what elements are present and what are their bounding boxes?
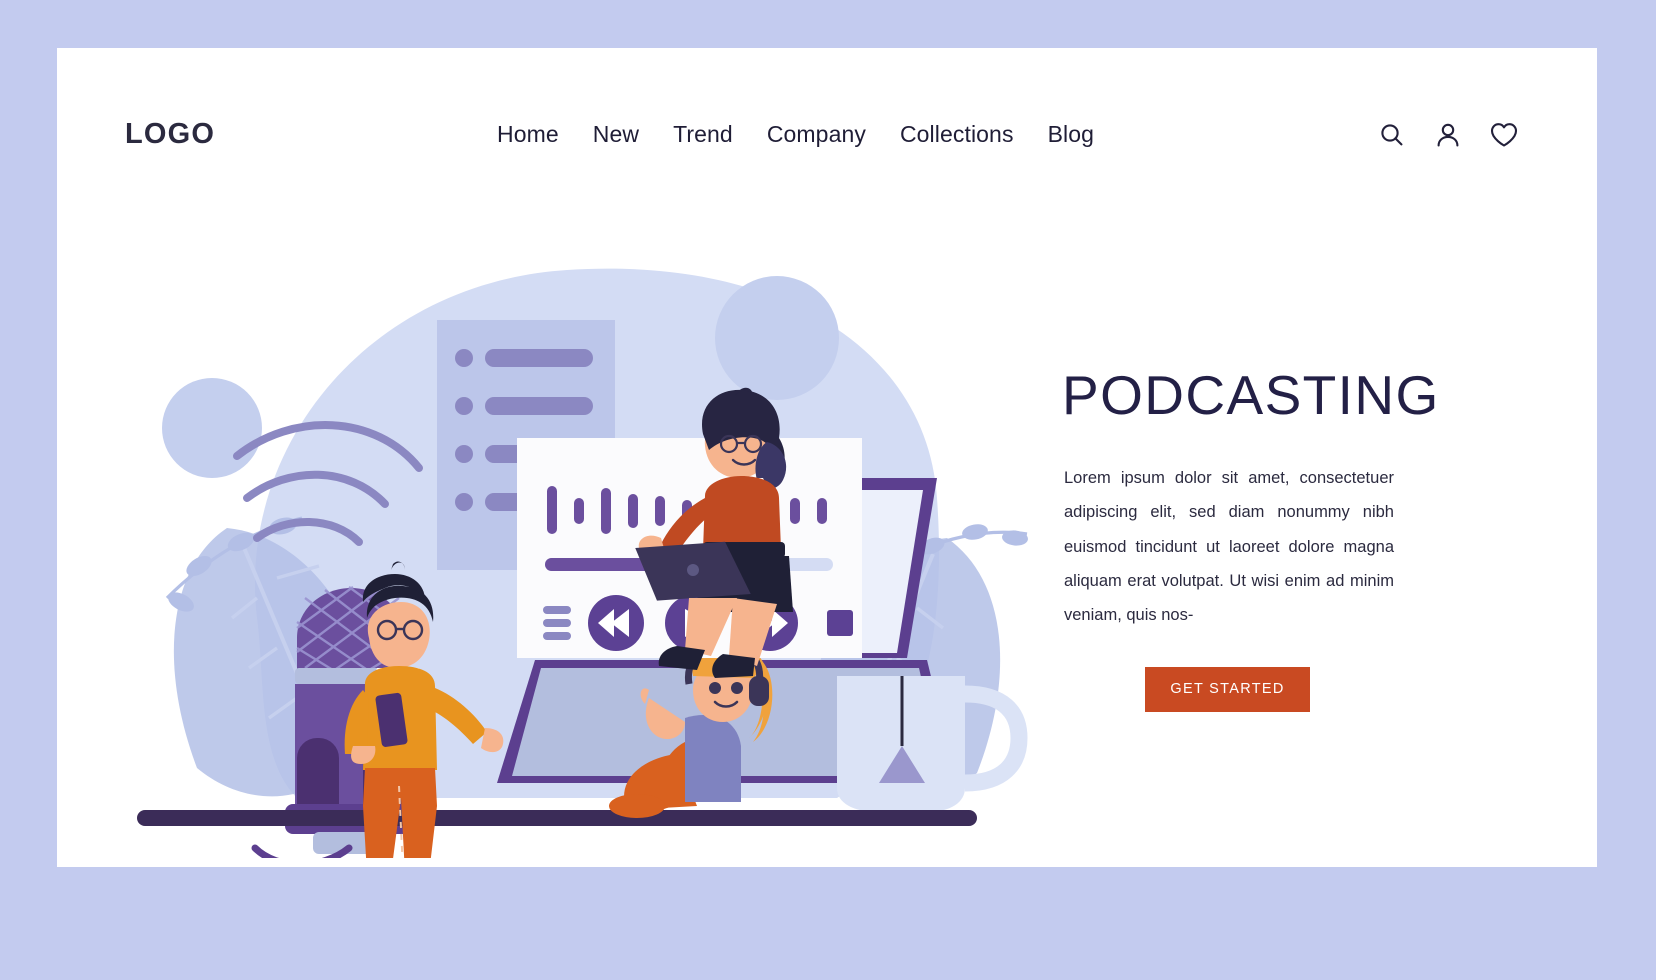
decor-circle-left (162, 378, 262, 478)
user-icon[interactable] (1433, 120, 1463, 150)
logo[interactable]: LOGO (125, 118, 215, 151)
page-title: PODCASTING (1062, 364, 1440, 426)
decor-circle-right (715, 276, 839, 400)
stop-button (827, 610, 853, 636)
site-header: LOGO Home New Trend Company Collections … (57, 48, 1597, 198)
main-nav: Home New Trend Company Collections Blog (497, 121, 1094, 148)
get-started-button[interactable]: GET STARTED (1145, 666, 1310, 712)
hero-content: PODCASTING Lorem ipsum dolor sit amet, c… (1052, 368, 1452, 712)
nav-item-blog[interactable]: Blog (1048, 121, 1094, 148)
landing-card: LOGO Home New Trend Company Collections … (57, 48, 1597, 867)
nav-item-trend[interactable]: Trend (673, 121, 733, 148)
search-icon[interactable] (1377, 120, 1407, 150)
heart-icon[interactable] (1489, 120, 1519, 150)
nav-item-company[interactable]: Company (767, 121, 866, 148)
hero-paragraph: Lorem ipsum dolor sit amet, consectetuer… (1064, 469, 1394, 625)
header-icon-group (1377, 120, 1519, 150)
podcasting-illustration (137, 198, 1037, 858)
ground-bar (137, 810, 977, 826)
nav-item-new[interactable]: New (593, 121, 639, 148)
page-root: LOGO Home New Trend Company Collections … (0, 0, 1656, 980)
coffee-mug (837, 676, 1028, 812)
nav-item-collections[interactable]: Collections (900, 121, 1014, 148)
rewind-button (588, 595, 644, 651)
nav-item-home[interactable]: Home (497, 121, 559, 148)
playlist-icon (543, 606, 571, 640)
